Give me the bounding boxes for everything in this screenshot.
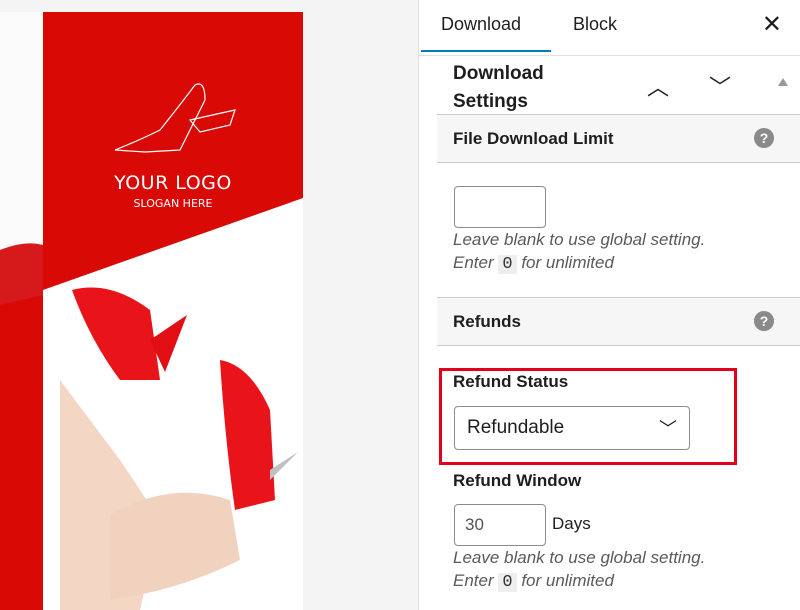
file-download-limit-input[interactable]	[454, 186, 546, 228]
move-down-icon[interactable]: ﹀	[709, 70, 731, 102]
collapse-triangle-icon[interactable]	[778, 78, 788, 86]
refund-window-hint: Leave blank to use global setting. Enter…	[453, 548, 706, 592]
tab-block[interactable]: Block	[573, 14, 617, 35]
settings-sidebar: Download Block ✕ Download Settings ︿ ﹀ Fi…	[418, 0, 800, 610]
close-icon[interactable]: ✕	[762, 10, 782, 39]
tab-download[interactable]: Download	[420, 14, 552, 52]
refunds-section: Refunds ?	[437, 297, 800, 346]
editor-canvas: YOUR LOGO SLOGAN HERE	[0, 0, 418, 610]
help-icon[interactable]: ?	[754, 311, 774, 331]
section-title: File Download Limit	[453, 129, 614, 148]
chevron-down-icon: ﹀	[659, 419, 677, 439]
refund-window-input[interactable]	[454, 504, 546, 546]
panel-title: Download Settings	[453, 63, 544, 112]
sidebar-tabs: Download Block ✕	[419, 0, 800, 56]
refund-window-unit: Days	[552, 514, 591, 533]
file-download-limit-hint: Leave blank to use global setting. Enter…	[453, 230, 706, 274]
move-up-icon[interactable]: ︿	[647, 70, 669, 102]
refund-status-select[interactable]: Refundable ﹀	[454, 406, 690, 450]
download-settings-panel-header[interactable]: Download Settings ︿ ﹀	[419, 56, 800, 114]
refund-window-label: Refund Window	[453, 471, 582, 490]
logo-title: YOUR LOGO	[114, 172, 232, 194]
product-image	[0, 0, 418, 610]
section-title: Refunds	[453, 312, 521, 331]
help-icon[interactable]: ?	[754, 128, 774, 148]
file-download-limit-section: File Download Limit ?	[437, 114, 800, 163]
logo-slogan: SLOGAN HERE	[133, 197, 213, 210]
refund-status-label: Refund Status	[453, 372, 569, 391]
